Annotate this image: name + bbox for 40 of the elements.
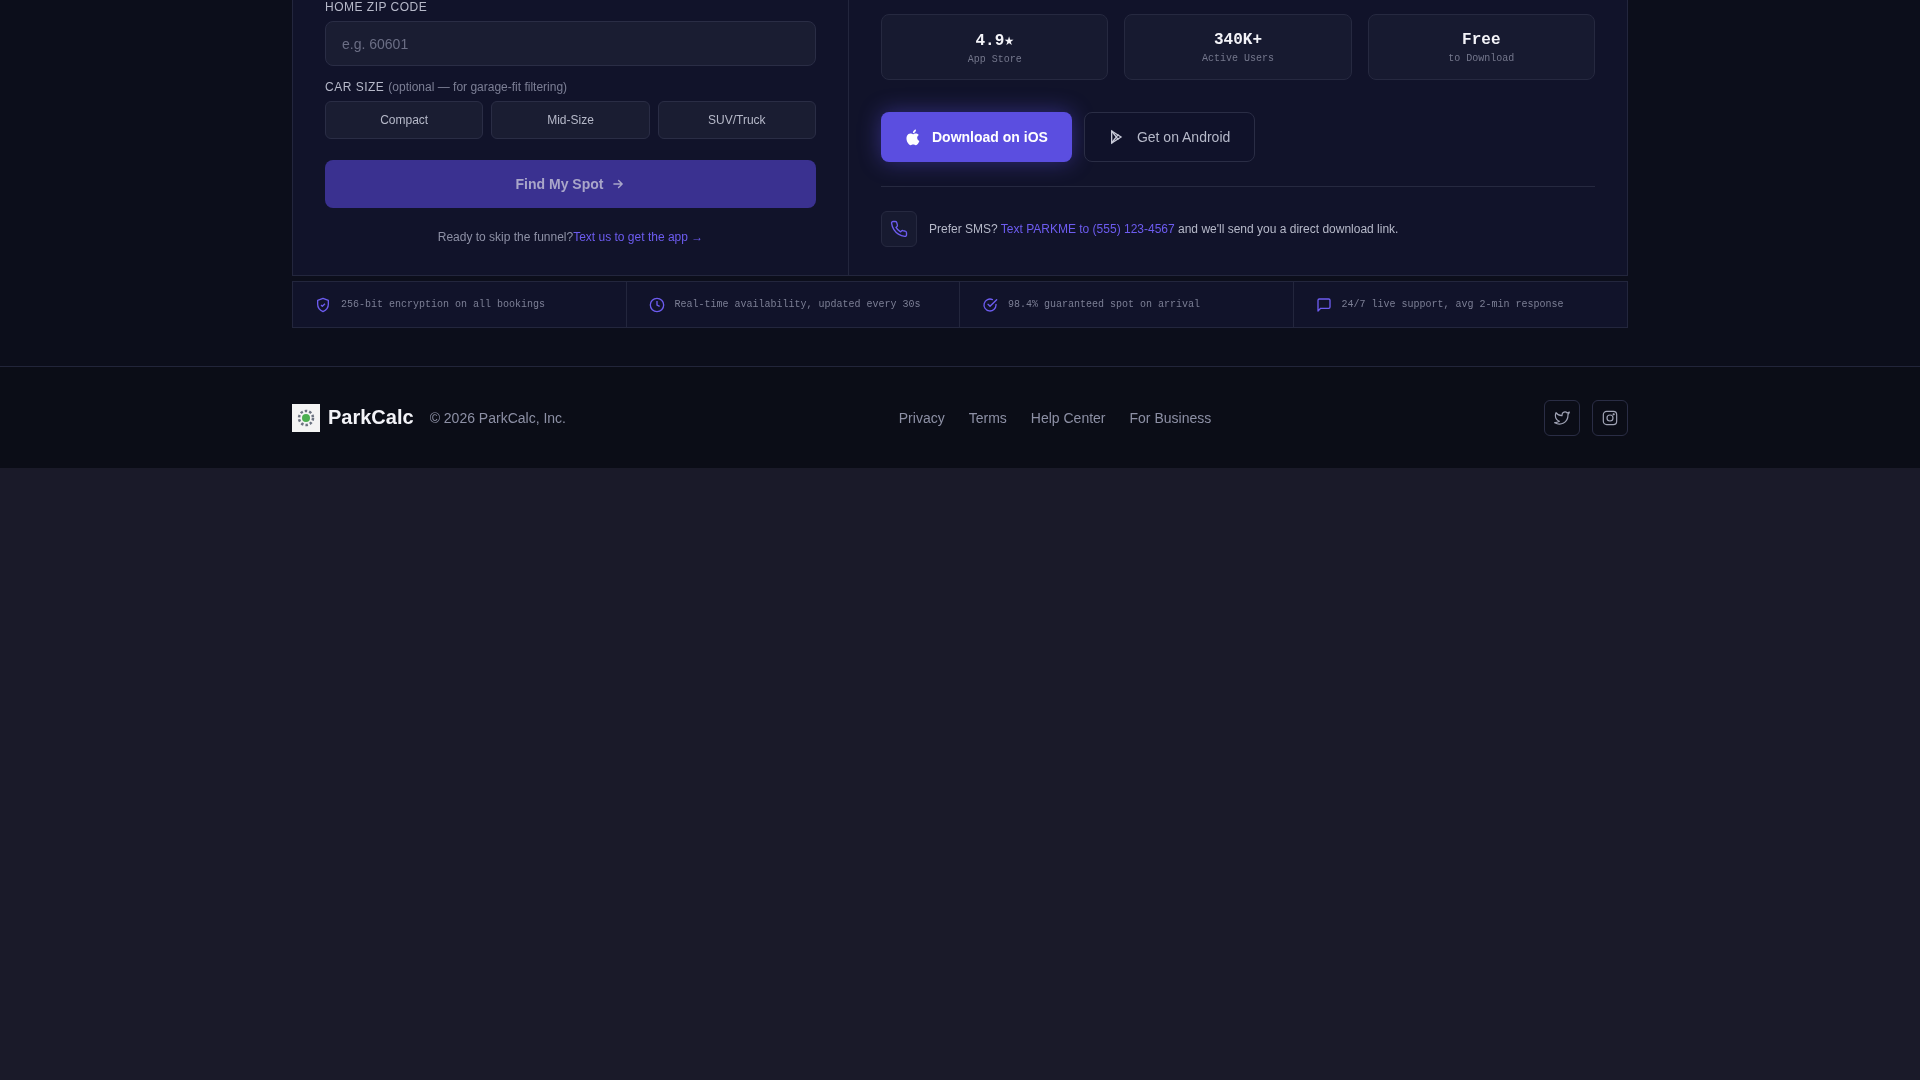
text-app-link[interactable]: Text us to get the app →	[573, 230, 704, 244]
chat-icon	[1315, 296, 1332, 313]
camera-icon[interactable]	[1592, 399, 1628, 436]
brand-name: ParkCalc	[328, 406, 414, 429]
car-size-option[interactable]: Compact	[325, 101, 484, 139]
field-hint: (optional — for garage-fit filtering)	[388, 80, 568, 94]
ios-download-button[interactable]: Download on iOS	[881, 112, 1072, 162]
field-label: HOME ZIP CODE	[325, 0, 429, 14]
feature-text: 24/7 live support, avg 2-min response	[1341, 299, 1564, 310]
logo-icon	[292, 403, 320, 432]
sms-link[interactable]: Text PARKME to (555) 123-4567	[1000, 222, 1175, 236]
car-size-option[interactable]: Mid-Size	[491, 101, 650, 139]
phone-icon	[881, 211, 917, 247]
arrow-right-icon	[611, 177, 626, 191]
car-size-option[interactable]: SUV/Truck	[657, 101, 816, 139]
stat-label: to Download	[1448, 52, 1515, 64]
field-label: CAR SIZE	[325, 80, 385, 94]
zip-code-field[interactable]: e.g. 60601	[325, 21, 816, 66]
feature-text: 256-bit encryption on all bookings	[341, 299, 546, 310]
find-spot-button[interactable]: Find My Spot	[325, 160, 816, 208]
stat-value: 340K+	[1214, 30, 1262, 49]
copyright-text: © 2026 ParkCalc, Inc.	[429, 409, 566, 426]
footer-link[interactable]: Privacy	[898, 409, 945, 426]
footer-link[interactable]: Terms	[968, 409, 1007, 426]
feature-text: 98.4% guaranteed spot on arrival	[1008, 299, 1201, 310]
footer-link[interactable]: Help Center	[1030, 409, 1106, 426]
stat-label: App Store	[967, 53, 1022, 65]
apple-icon	[905, 128, 920, 146]
check-circle-icon	[982, 296, 998, 313]
bird-icon[interactable]	[1544, 399, 1580, 436]
shield-icon	[315, 296, 331, 313]
stat-value: 4.9★	[975, 30, 1014, 50]
stat-value: Free	[1462, 30, 1501, 49]
footer-link[interactable]: For Business	[1129, 409, 1212, 426]
skip-text: Ready to skip the funnel?	[437, 230, 574, 244]
feature-text: Real-time availability, updated every 30s	[674, 299, 921, 310]
stat-label: Active Users	[1202, 52, 1274, 64]
clock-icon	[648, 296, 665, 313]
sms-text: Prefer SMS? Text PARKME to (555) 123-4567 and we'll send you a direct download link.	[929, 222, 1399, 236]
android-download-button[interactable]: Get on Android	[1083, 112, 1256, 162]
